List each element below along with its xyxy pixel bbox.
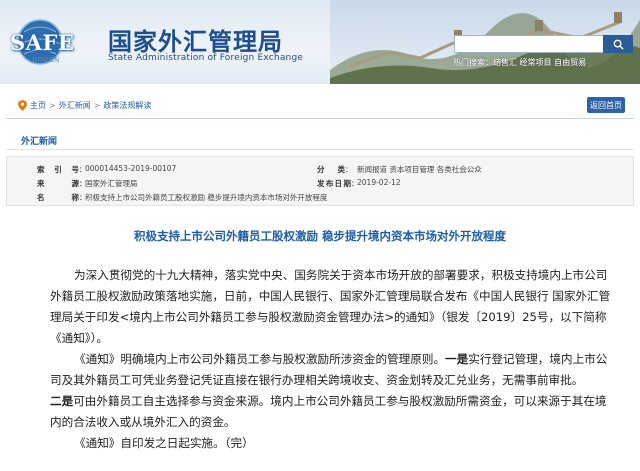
article-paragraph-1: 为深入贯彻党的十九大精神，落实党中央、国务院关于资本市场开放的部署要求，积极支持…	[50, 268, 611, 345]
paragraph-text: 《通知》明确境内上市公司外籍员工参与股权激励所涉资金的管理原则。	[74, 352, 446, 366]
divider	[6, 149, 634, 150]
article-title: 积极支持上市公司外籍员工股权激励 稳步提升境内资本市场对外开放程度	[134, 229, 506, 243]
category-value: 新闻报道 资本项目管理 各类社会公众	[357, 165, 482, 174]
source-value: 国家外汇管理局	[85, 179, 138, 188]
breadcrumb-home[interactable]: 主页	[30, 100, 46, 111]
category-label: 分类	[317, 165, 345, 174]
section-title: 外汇新闻	[21, 137, 58, 147]
search-button[interactable]	[603, 35, 633, 53]
back-to-home-button[interactable]: 返回首页	[587, 97, 625, 113]
breadcrumb-separator: >	[49, 101, 56, 110]
emphasis-second-point: 二是	[50, 394, 74, 408]
index-number-value: 000014453-2019-00107	[85, 164, 177, 173]
publish-date-value: 2019-02-12	[357, 178, 401, 187]
document-name-label: 名称	[37, 193, 79, 202]
divider	[6, 118, 634, 119]
document-metadata-box: 索引号 ： 000014453-2019-00107 分类 ： 新闻报道 资本项…	[6, 156, 634, 206]
breadcrumb-foreign-exchange-news[interactable]: 外汇新闻	[59, 100, 91, 111]
article-paragraph-2: 《通知》明确境内上市公司外籍员工参与股权激励所涉资金的管理原则。一是实行登记管理…	[50, 349, 612, 433]
paragraph-text: 可由外籍员工自主选择参与资金来源。境内上市公司外籍员工参与股权激励所需资金，可以…	[50, 394, 607, 429]
breadcrumb: 主页 > 外汇新闻 > 政策法规解读	[18, 100, 151, 111]
logo-domain: .GOV.CN	[30, 56, 60, 64]
location-pin-icon	[18, 100, 27, 111]
search-icon	[613, 39, 624, 50]
emphasis-first-point: 一是	[445, 352, 469, 366]
site-subtitle: State Administration of Foreign Exchange	[108, 53, 304, 63]
breadcrumb-separator: >	[93, 101, 101, 110]
search-input[interactable]	[454, 35, 604, 53]
article-paragraph-3: 《通知》自印发之日起实施。（完）	[74, 436, 254, 450]
index-number-label: 索引号	[37, 165, 79, 174]
breadcrumb-policy-interpretation[interactable]: 政策法规解读	[103, 100, 151, 111]
publish-date-label: 发布日期	[317, 179, 351, 188]
safe-logo-text: SAFE	[10, 30, 75, 55]
site-title: 国家外汇管理局	[108, 27, 283, 56]
hot-search-words[interactable]: 热门搜索：结售汇 经常项目 自由贸易	[453, 57, 586, 68]
document-name-value: 积极支持上市公司外籍员工股权激励 稳步提升境内资本市场对外开放程度	[85, 193, 328, 202]
source-label: 来源	[37, 179, 79, 188]
site-header: SAFE .GOV.CN 国家外汇管理局 State Administratio…	[0, 0, 640, 84]
